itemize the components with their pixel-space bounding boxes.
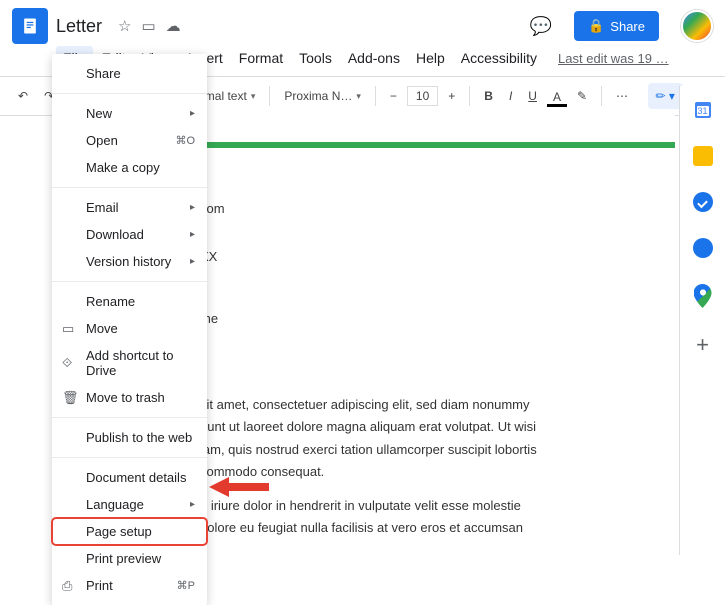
- italic-button[interactable]: I: [503, 85, 518, 107]
- print-icon: ⎙: [62, 578, 72, 594]
- text-color-button[interactable]: A: [547, 86, 567, 107]
- file-add-shortcut[interactable]: ⟐Add shortcut to Drive: [52, 342, 207, 384]
- account-avatar[interactable]: [681, 10, 713, 42]
- tasks-icon[interactable]: [693, 192, 713, 212]
- doc-line: 5: [200, 348, 675, 370]
- trash-icon: 🗑: [62, 390, 79, 406]
- calendar-icon[interactable]: [693, 100, 713, 120]
- annotation-arrow: [209, 474, 269, 500]
- file-download[interactable]: Download▸: [52, 221, 207, 248]
- font-dropdown[interactable]: Proxima N…: [278, 86, 367, 106]
- menu-format[interactable]: Format: [232, 46, 290, 70]
- doc-line: sit amet, consectetuer adipiscing elit, …: [200, 394, 675, 416]
- doc-line: iam, quis nostrud exerci tation ullamcor…: [200, 439, 675, 461]
- doc-line: n iriure dolor in hendrerit in vulputate…: [200, 495, 675, 517]
- file-move-trash[interactable]: 🗑Move to trash: [52, 384, 207, 411]
- doc-line: me: [200, 308, 675, 330]
- add-addon-button[interactable]: +: [696, 334, 709, 356]
- doc-line: XX: [200, 246, 675, 268]
- file-email[interactable]: Email▸: [52, 194, 207, 221]
- bold-button[interactable]: B: [478, 85, 499, 107]
- editing-mode-button[interactable]: ✏ ▾: [648, 83, 683, 109]
- font-size-input[interactable]: 10: [407, 86, 438, 106]
- menu-accessibility[interactable]: Accessibility: [454, 46, 544, 70]
- file-share[interactable]: Share: [52, 60, 207, 87]
- file-language[interactable]: Language▸: [52, 491, 207, 518]
- move-icon: ▭: [62, 321, 74, 337]
- doc-title[interactable]: Letter: [56, 16, 102, 37]
- underline-button[interactable]: U: [522, 85, 543, 107]
- menu-addons[interactable]: Add-ons: [341, 46, 407, 70]
- share-button[interactable]: 🔒 Share: [574, 11, 659, 41]
- file-print-preview[interactable]: Print preview: [52, 545, 207, 572]
- lock-icon: 🔒: [588, 18, 604, 34]
- file-print[interactable]: ⎙Print⌘P: [52, 572, 207, 599]
- keep-icon[interactable]: [693, 146, 713, 166]
- file-new[interactable]: New▸: [52, 100, 207, 127]
- file-publish[interactable]: Publish to the web: [52, 424, 207, 451]
- doc-line: dunt ut laoreet dolore magna aliquam era…: [200, 416, 675, 438]
- file-move[interactable]: ▭Move: [52, 315, 207, 342]
- move-folder-icon[interactable]: ▭: [141, 17, 155, 35]
- font-size-decrease[interactable]: −: [384, 85, 403, 107]
- undo-button[interactable]: ↶: [12, 85, 34, 107]
- more-tools-button[interactable]: ⋯: [610, 85, 634, 107]
- doc-line: dolore eu feugiat nulla facilisis at ver…: [200, 517, 675, 539]
- star-icon[interactable]: ☆: [118, 17, 131, 35]
- file-open[interactable]: Open⌘O: [52, 127, 207, 154]
- docs-logo[interactable]: [12, 8, 48, 44]
- comments-icon[interactable]: 💬: [530, 16, 552, 37]
- highlight-button[interactable]: ✎: [571, 85, 593, 107]
- shortcut-icon: ⟐: [62, 355, 72, 371]
- doc-line: com: [200, 198, 675, 220]
- file-rename[interactable]: Rename: [52, 288, 207, 315]
- file-page-setup[interactable]: Page setup: [52, 518, 207, 545]
- last-edit-link[interactable]: Last edit was 19 …: [558, 51, 669, 66]
- menu-help[interactable]: Help: [409, 46, 452, 70]
- font-size-increase[interactable]: +: [442, 85, 461, 107]
- file-menu-dropdown: Share New▸ Open⌘O Make a copy Email▸ Dow…: [52, 54, 207, 605]
- file-version-history[interactable]: Version history▸: [52, 248, 207, 275]
- contacts-icon[interactable]: [693, 238, 713, 258]
- menu-tools[interactable]: Tools: [292, 46, 339, 70]
- maps-icon[interactable]: [694, 284, 712, 308]
- cloud-status-icon: ☁: [166, 17, 181, 35]
- file-make-copy[interactable]: Make a copy: [52, 154, 207, 181]
- file-document-details[interactable]: Document details: [52, 464, 207, 491]
- doc-line: commodo consequat.: [200, 461, 675, 483]
- side-panel: +: [679, 86, 725, 555]
